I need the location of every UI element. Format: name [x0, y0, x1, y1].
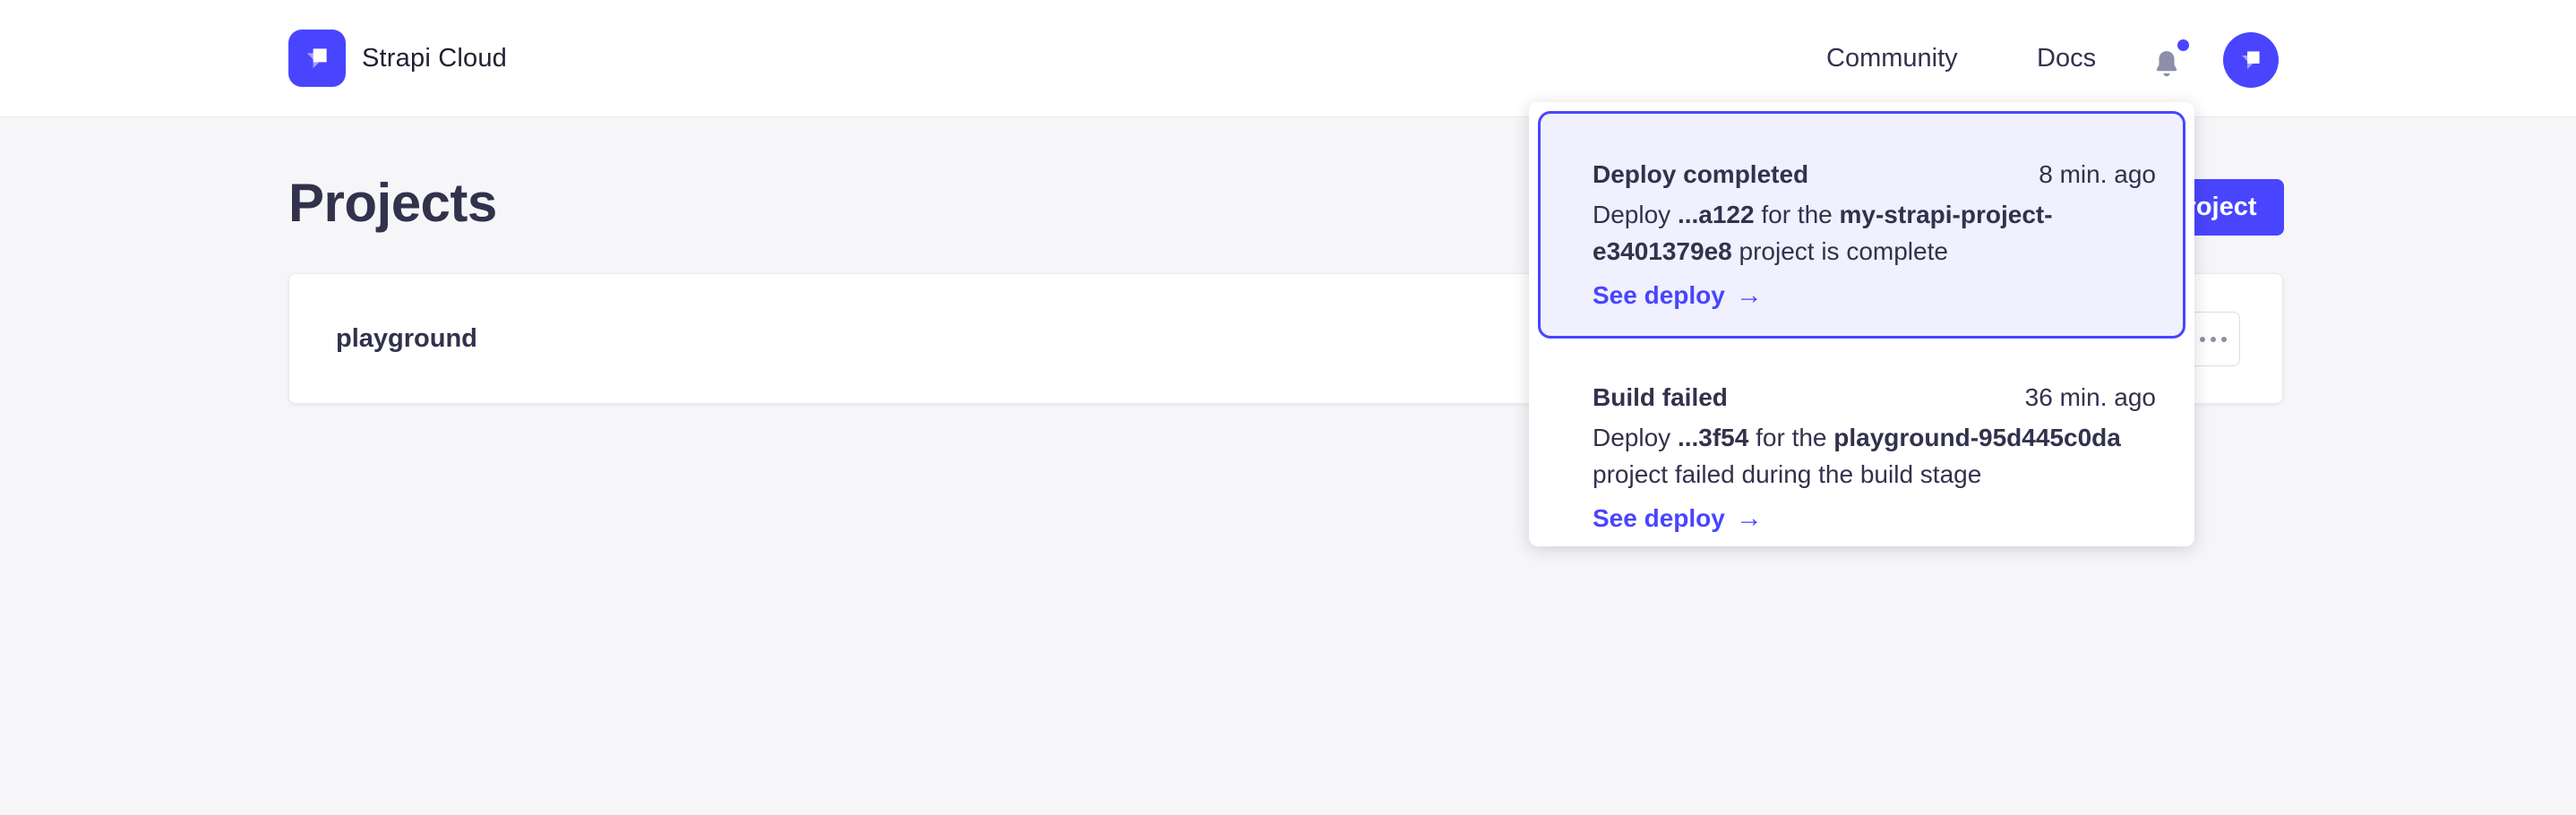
brand-title: Strapi Cloud — [362, 0, 507, 117]
notification-title: Build failed — [1593, 382, 1728, 414]
notification-body: Deploy ...a122 for the my-strapi-project… — [1593, 196, 2156, 270]
bell-icon — [2150, 47, 2184, 82]
notification-build-failed[interactable]: Build failed 36 min. ago Deploy ...3f54 … — [1538, 339, 2185, 536]
ellipsis-icon — [2200, 337, 2205, 342]
arrow-right-icon: → — [1736, 277, 1763, 313]
header: Strapi Cloud Community Docs — [0, 0, 2576, 117]
notification-link-row: See deploy → — [1593, 277, 2156, 313]
strapi-logo[interactable] — [288, 30, 346, 87]
notification-link-row: See deploy → — [1593, 500, 2156, 536]
notification-title-row: Deploy completed 8 min. ago — [1593, 159, 2156, 191]
notification-time: 8 min. ago — [2039, 159, 2156, 191]
strapi-cloud-dashboard: Strapi Cloud Community Docs Projects Cre… — [0, 0, 2576, 815]
avatar-strapi-icon — [2235, 44, 2267, 76]
notifications-bell-button[interactable] — [2150, 47, 2191, 86]
see-deploy-link[interactable]: See deploy — [1593, 277, 1725, 313]
nav-community[interactable]: Community — [1826, 0, 1958, 117]
notification-deploy-completed[interactable]: Deploy completed 8 min. ago Deploy ...a1… — [1538, 111, 2185, 339]
page-title: Projects — [288, 172, 497, 234]
user-avatar[interactable] — [2223, 32, 2279, 88]
unread-dot — [2177, 39, 2189, 51]
project-name: playground — [336, 274, 477, 403]
see-deploy-link[interactable]: See deploy — [1593, 500, 1725, 536]
notification-title-row: Build failed 36 min. ago — [1593, 382, 2156, 414]
strapi-logo-icon — [299, 40, 335, 76]
nav-docs[interactable]: Docs — [2037, 0, 2096, 117]
notifications-dropdown: Deploy completed 8 min. ago Deploy ...a1… — [1529, 102, 2194, 546]
notification-time: 36 min. ago — [2025, 382, 2156, 414]
arrow-right-icon: → — [1736, 500, 1763, 536]
notification-title: Deploy completed — [1593, 159, 1808, 191]
notification-body: Deploy ...3f54 for the playground-95d445… — [1593, 419, 2156, 493]
